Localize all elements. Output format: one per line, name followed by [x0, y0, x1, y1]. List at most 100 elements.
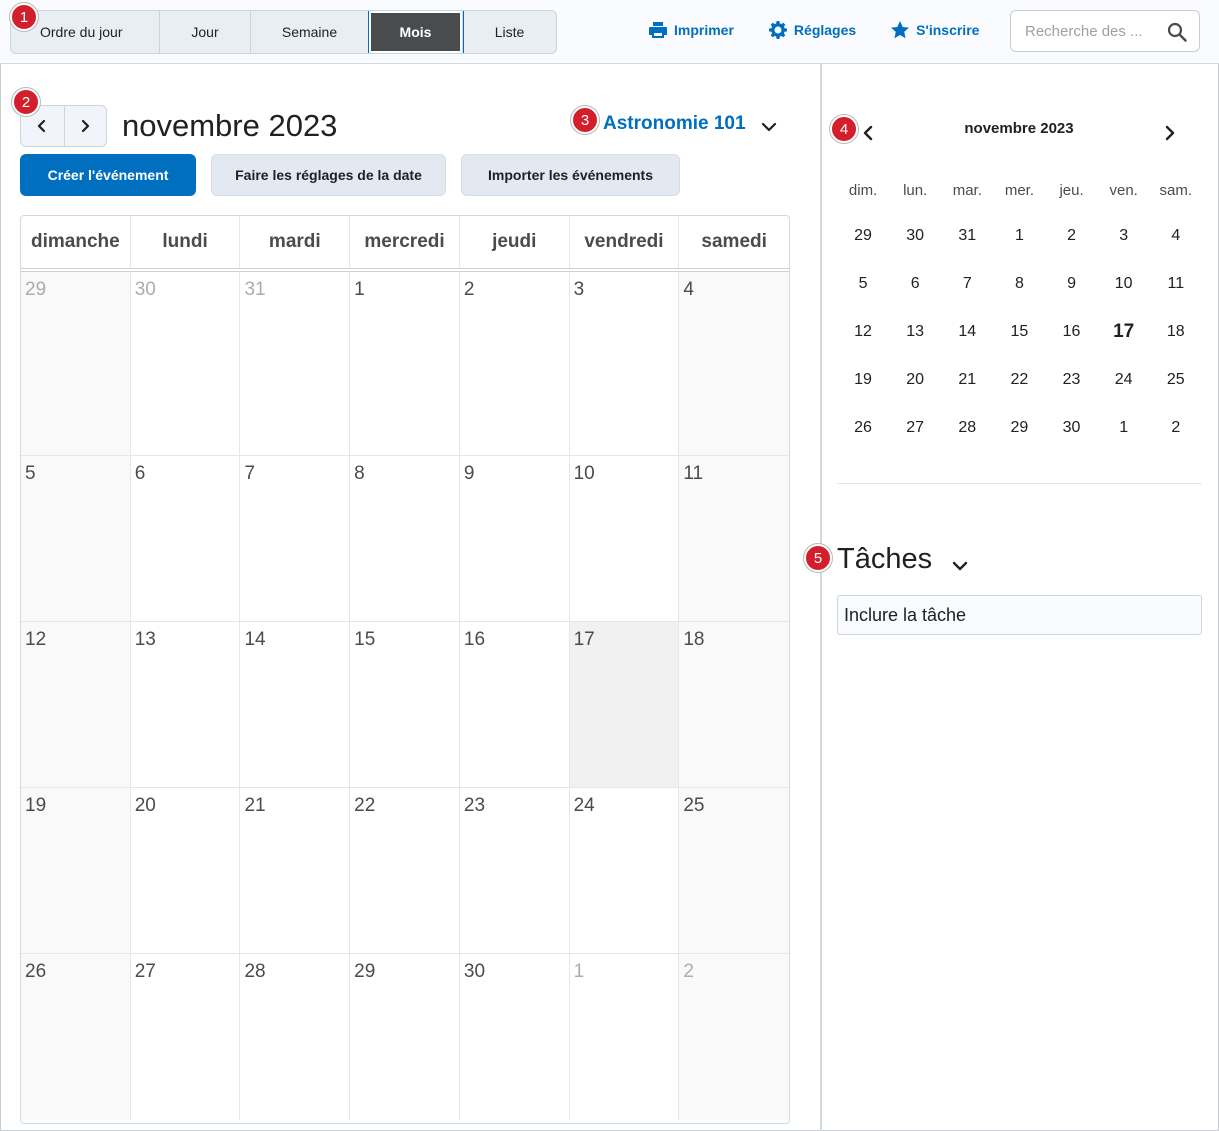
mini-day[interactable]: 8 [993, 275, 1045, 293]
weekday-label: mercredi [350, 216, 460, 268]
day-cell[interactable]: 1 [350, 272, 460, 455]
day-cell[interactable]: 12 [21, 622, 131, 787]
mini-day[interactable]: 30 [1046, 419, 1098, 437]
day-cell[interactable]: 2 [679, 954, 789, 1120]
day-cell[interactable]: 30 [131, 272, 241, 455]
mini-day[interactable]: 5 [837, 275, 889, 293]
mini-day[interactable]: 26 [837, 419, 889, 437]
day-cell[interactable]: 8 [350, 456, 460, 621]
day-cell[interactable]: 29 [21, 272, 131, 455]
create-event-button[interactable]: Créer l'événement [20, 154, 196, 196]
mini-week-row: 26 27 28 29 30 1 2 [837, 404, 1202, 452]
mini-day-today[interactable]: 17 [1098, 321, 1150, 343]
mini-day[interactable]: 15 [993, 323, 1045, 341]
mini-day[interactable]: 4 [1150, 227, 1202, 245]
mini-day[interactable]: 27 [889, 419, 941, 437]
weekday-label: samedi [701, 231, 767, 252]
mini-day[interactable]: 12 [837, 323, 889, 341]
mini-day[interactable]: 2 [1046, 227, 1098, 245]
mini-day[interactable]: 9 [1046, 275, 1098, 293]
mini-day[interactable]: 28 [941, 419, 993, 437]
mini-day[interactable]: 29 [993, 419, 1045, 437]
chevron-down-icon[interactable] [950, 556, 970, 576]
mini-day[interactable]: 20 [889, 371, 941, 389]
mini-day[interactable]: 1 [1098, 419, 1150, 437]
print-button[interactable]: Imprimer [648, 20, 734, 40]
mini-day[interactable]: 31 [941, 227, 993, 245]
mini-day[interactable]: 7 [941, 275, 993, 293]
mini-weekday-label: mar. [952, 181, 982, 199]
day-cell[interactable]: 23 [460, 788, 570, 953]
day-cell[interactable]: 30 [460, 954, 570, 1120]
tab-list[interactable]: Liste [463, 11, 556, 53]
day-cell[interactable]: 14 [240, 622, 351, 787]
day-cell[interactable]: 6 [131, 456, 241, 621]
tab-day[interactable]: Jour [160, 11, 251, 53]
mini-day[interactable]: 21 [941, 371, 993, 389]
day-cell[interactable]: 18 [679, 622, 789, 787]
mini-day[interactable]: 6 [889, 275, 941, 293]
day-cell[interactable]: 31 [240, 272, 351, 455]
chevron-down-icon[interactable] [760, 118, 778, 136]
toolbar-actions: Imprimer Réglages S'inscrire [648, 0, 1013, 64]
day-cell[interactable]: 24 [570, 788, 680, 953]
day-cell[interactable]: 26 [21, 954, 131, 1120]
mini-next-month-icon[interactable] [1162, 124, 1178, 142]
subscribe-button[interactable]: S'inscrire [890, 20, 979, 40]
day-cell[interactable]: 25 [679, 788, 789, 953]
mini-day[interactable]: 11 [1150, 275, 1202, 293]
gear-icon [768, 21, 787, 39]
tasks-heading: Tâches [837, 543, 933, 575]
mini-day[interactable]: 22 [993, 371, 1045, 389]
settings-button[interactable]: Réglages [768, 20, 856, 40]
day-cell[interactable]: 13 [131, 622, 241, 787]
day-cell[interactable]: 2 [460, 272, 570, 455]
mini-day[interactable]: 2 [1150, 419, 1202, 437]
import-events-button[interactable]: Importer les événements [461, 154, 680, 196]
mini-day[interactable]: 24 [1098, 371, 1150, 389]
add-task-input[interactable] [837, 595, 1202, 635]
day-cell[interactable]: 20 [131, 788, 241, 953]
next-month-button[interactable] [63, 106, 107, 146]
day-cell[interactable]: 16 [460, 622, 570, 787]
day-cell[interactable]: 9 [460, 456, 570, 621]
day-cell[interactable]: 21 [240, 788, 351, 953]
mini-day[interactable]: 14 [941, 323, 993, 341]
day-cell-today[interactable]: 17 [569, 622, 680, 787]
day-cell[interactable]: 28 [240, 954, 351, 1120]
callout-badge: 2 [12, 88, 40, 116]
day-cell[interactable]: 19 [21, 788, 131, 953]
weekday-label: lundi [131, 216, 241, 268]
search-input[interactable] [1025, 22, 1173, 40]
search-icon[interactable] [1167, 22, 1187, 42]
day-cell[interactable]: 4 [679, 272, 789, 455]
mini-day[interactable]: 1 [993, 227, 1045, 245]
mini-day[interactable]: 18 [1150, 323, 1202, 341]
mini-day[interactable]: 25 [1150, 371, 1202, 389]
day-cell[interactable]: 27 [131, 954, 241, 1120]
mini-day[interactable]: 13 [889, 323, 941, 341]
date-settings-button[interactable]: Faire les réglages de la date [211, 154, 446, 196]
mini-day[interactable]: 10 [1098, 275, 1150, 293]
day-cell[interactable]: 5 [21, 456, 131, 621]
tab-month[interactable]: Mois [368, 11, 464, 53]
day-cell[interactable]: 7 [240, 456, 351, 621]
mini-day[interactable]: 19 [837, 371, 889, 389]
mini-day[interactable]: 3 [1098, 227, 1150, 245]
day-cell[interactable]: 11 [679, 456, 789, 621]
day-cell[interactable]: 29 [350, 954, 460, 1120]
tab-week[interactable]: Semaine [251, 11, 369, 53]
mini-day[interactable]: 16 [1046, 323, 1098, 341]
day-cell[interactable]: 10 [570, 456, 680, 621]
course-selector[interactable]: Astronomie 101 [603, 113, 746, 135]
weekday-label: mardi [240, 216, 351, 268]
mini-day[interactable]: 29 [837, 227, 889, 245]
mini-previous-month-icon[interactable] [860, 124, 876, 142]
day-cell[interactable]: 1 [570, 954, 680, 1120]
day-cell[interactable]: 15 [350, 622, 460, 787]
mini-day[interactable]: 30 [889, 227, 941, 245]
day-cell[interactable]: 3 [570, 272, 680, 455]
mini-day[interactable]: 23 [1046, 371, 1098, 389]
day-cell[interactable]: 22 [350, 788, 460, 953]
callout-badge: 3 [571, 106, 599, 134]
